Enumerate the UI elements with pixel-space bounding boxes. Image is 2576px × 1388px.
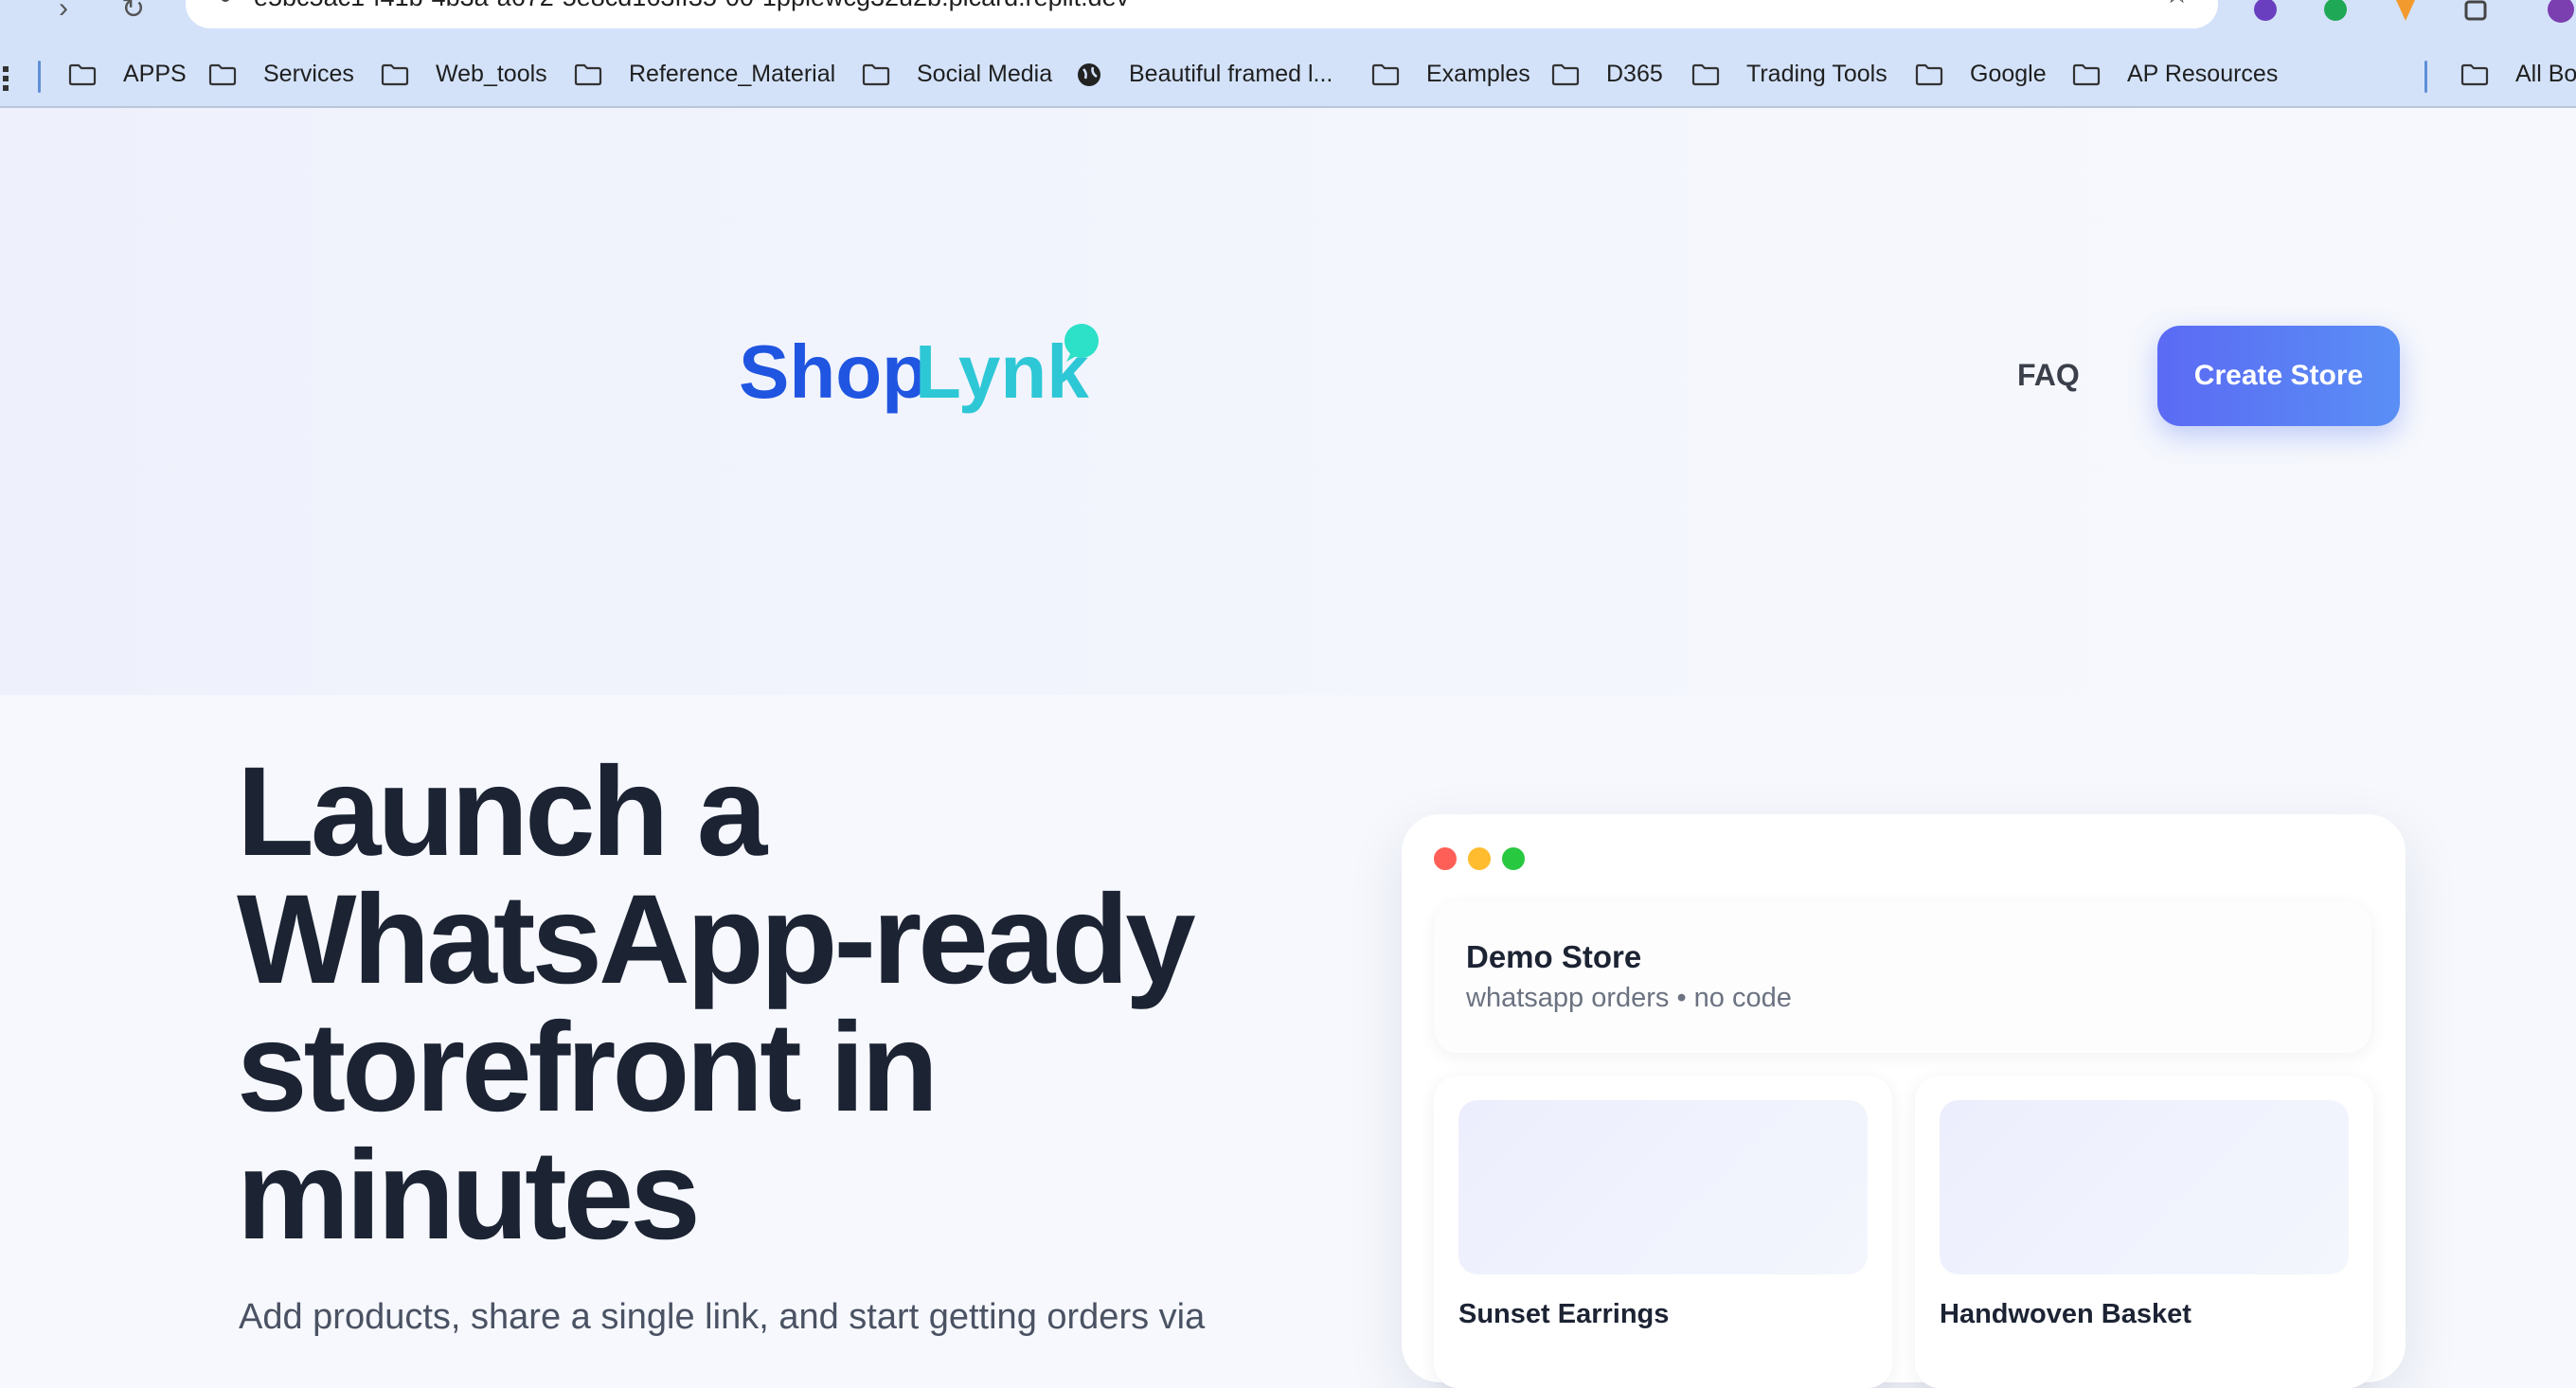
puzzle-icon[interactable] <box>2460 0 2491 25</box>
bookmark-label: Google <box>1970 61 2047 87</box>
product-image-placeholder <box>1458 1100 1868 1274</box>
hero-title: Launch a WhatsApp-ready storefront in mi… <box>237 748 1326 1259</box>
site-info-icon[interactable] <box>203 0 235 2</box>
bookmark-item[interactable]: Reference_Material <box>574 61 835 88</box>
faq-link[interactable]: FAQ <box>2017 358 2080 393</box>
store-meta: whatsapp orders • no code <box>1466 983 1792 1013</box>
bookmark-item[interactable]: D365 <box>1551 61 1663 88</box>
bookmark-label: APPS <box>123 61 187 87</box>
bookmark-label: Beautiful framed l... <box>1129 61 1333 87</box>
folder-icon <box>381 63 422 86</box>
store-info-card: Demo Store whatsapp orders • no code <box>1434 901 2371 1053</box>
bookmark-label: Web_tools <box>436 61 547 87</box>
bookmarks-bar: APPS Services Web_tools Reference_Material S… <box>0 49 2576 108</box>
bookmark-item[interactable]: Services <box>208 61 354 88</box>
folder-icon <box>68 63 110 86</box>
product-image-placeholder <box>1940 1100 2349 1274</box>
bookmark-label: Examples <box>1426 61 1530 87</box>
bookmark-label: Trading Tools <box>1746 61 1887 87</box>
shield-extension-icon[interactable] <box>2390 0 2421 25</box>
logo-text-part2: Lynk <box>915 329 1089 414</box>
whatsapp-extension-icon[interactable] <box>2320 0 2351 25</box>
create-store-button[interactable]: Create Store <box>2157 326 2400 426</box>
store-name: Demo Store <box>1466 939 1642 974</box>
bookmark-label: All Boo <box>2515 61 2576 87</box>
window-minimize-dot <box>1468 847 1491 870</box>
hero-title-line: minutes <box>237 1125 701 1266</box>
hero-subtitle: Add products, share a single link, and s… <box>239 1297 1206 1337</box>
hero-title-line: Launch a <box>237 741 767 882</box>
folder-icon <box>1691 63 1733 86</box>
product-name: Handwoven Basket <box>1940 1299 2191 1329</box>
folder-icon <box>1915 63 1957 86</box>
extension-icon[interactable] <box>2250 0 2281 25</box>
bookmark-label: AP Resources <box>2127 61 2279 87</box>
bookmark-label: Services <box>263 61 354 87</box>
apps-grid-icon[interactable] <box>0 66 9 91</box>
window-maximize-dot <box>1502 847 1525 870</box>
store-preview-window: Demo Store whatsapp orders • no code Sun… <box>1402 814 2406 1388</box>
profile-avatar-icon[interactable] <box>2546 0 2576 25</box>
bookmarks-separator <box>2424 61 2427 93</box>
product-name: Sunset Earrings <box>1458 1299 1670 1329</box>
bookmark-item[interactable]: AP Resources <box>2072 61 2278 88</box>
bookmark-label: D365 <box>1606 61 1663 87</box>
bookmark-label: Reference_Material <box>629 61 836 87</box>
browser-toolbar: › ↻ e5bc5ac1-f41b-4b3a-a672-5e8cd163ff35… <box>0 0 2576 49</box>
hero-title-line: storefront in <box>237 997 939 1138</box>
bookmark-star-icon[interactable]: ☆ <box>2164 0 2190 10</box>
logo-text-part1: Shop <box>739 329 928 414</box>
bookmark-item[interactable]: APPS <box>68 61 187 88</box>
bookmark-label: Social Media <box>917 61 1053 87</box>
folder-icon <box>2460 63 2502 86</box>
bookmark-item[interactable]: All Boo <box>2460 61 2576 88</box>
globe-icon <box>1076 62 1116 88</box>
bookmark-item[interactable]: Beautiful framed l... <box>1076 61 1333 88</box>
forward-icon[interactable]: › <box>59 0 68 25</box>
product-card[interactable]: Handwoven Basket <box>1915 1076 2373 1388</box>
folder-icon <box>208 63 250 86</box>
folder-icon <box>1551 63 1593 86</box>
folder-icon <box>2072 63 2114 86</box>
shoplynk-logo[interactable]: Shop Lynk <box>739 208 1118 426</box>
window-close-dot <box>1434 847 1457 870</box>
bookmark-item[interactable]: Web_tools <box>381 61 547 88</box>
url-text: e5bc5ac1-f41b-4b3a-a672-5e8cd163ff35-00-… <box>254 0 1129 12</box>
folder-icon <box>574 63 616 86</box>
address-bar[interactable]: e5bc5ac1-f41b-4b3a-a672-5e8cd163ff35-00-… <box>186 0 2218 28</box>
bookmark-item[interactable]: Examples <box>1371 61 1530 88</box>
reload-icon[interactable]: ↻ <box>121 0 145 26</box>
hero-title-line: WhatsApp-ready <box>237 869 1196 1010</box>
bookmark-item[interactable]: Social Media <box>862 61 1052 88</box>
product-card[interactable]: Sunset Earrings <box>1434 1076 1892 1388</box>
bookmarks-separator <box>38 61 41 93</box>
bookmark-item[interactable]: Google <box>1915 61 2047 88</box>
bookmark-item[interactable]: Trading Tools <box>1691 61 1887 88</box>
folder-icon <box>1371 63 1413 86</box>
folder-icon <box>862 63 903 86</box>
